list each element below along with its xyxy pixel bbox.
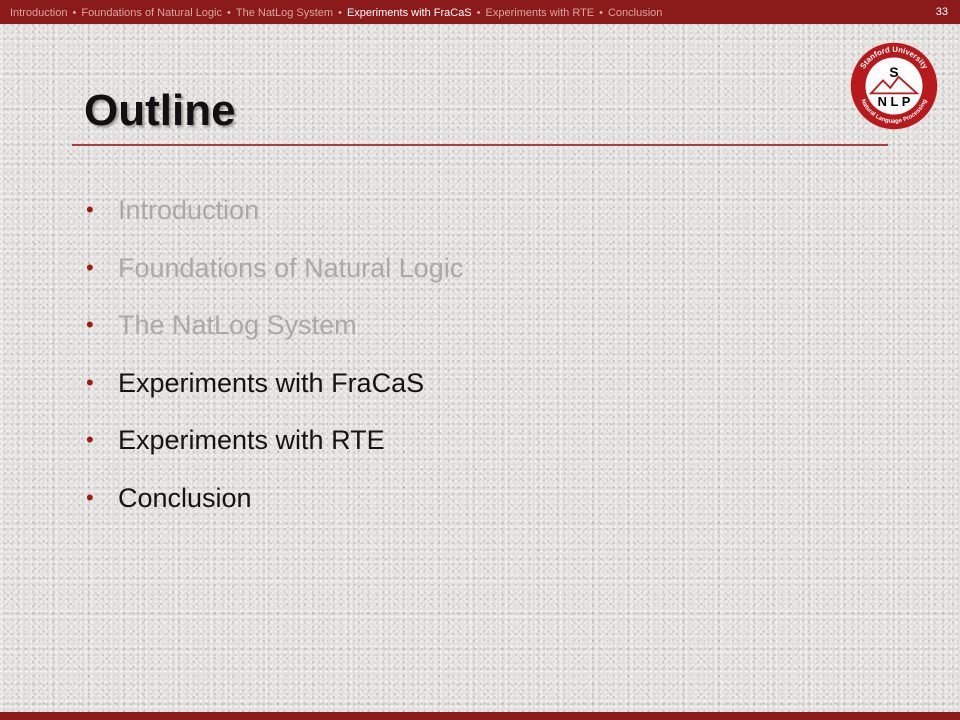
breadcrumb-item-introduction[interactable]: Introduction bbox=[10, 7, 67, 19]
breadcrumb-separator: • bbox=[338, 7, 342, 19]
outline-item-rte: • Experiments with RTE bbox=[80, 418, 463, 476]
breadcrumb-item-conclusion[interactable]: Conclusion bbox=[608, 7, 662, 19]
bullet-icon: • bbox=[86, 254, 94, 280]
title-divider bbox=[72, 144, 888, 146]
breadcrumb-separator: • bbox=[72, 7, 77, 19]
logo-monogram-top: S bbox=[889, 65, 898, 80]
outline-item-label: Introduction bbox=[118, 195, 260, 225]
slide-number: 33 bbox=[935, 6, 948, 18]
breadcrumb-item-natlog-system[interactable]: The NatLog System bbox=[236, 7, 333, 19]
outline-item-label: Experiments with FraCaS bbox=[118, 367, 425, 398]
slide: Introduction • Foundations of Natural Logi… bbox=[0, 0, 960, 720]
outline-item-label: Foundations of Natural Logic bbox=[118, 252, 464, 283]
breadcrumb-separator: • bbox=[227, 7, 231, 19]
stanford-nlp-logo: Stanford University Natural Language Pro… bbox=[850, 42, 938, 130]
outline-item-label: The NatLog System bbox=[118, 310, 357, 340]
top-navigation-bar: Introduction • Foundations of Natural Logi… bbox=[0, 0, 960, 24]
outline-item-foundations: • Foundations of Natural Logic bbox=[80, 246, 463, 304]
bottom-bar bbox=[0, 712, 960, 720]
outline-item-label: Conclusion bbox=[118, 482, 252, 513]
breadcrumb: Introduction • Foundations of Natural Logi… bbox=[10, 6, 750, 21]
slide-title: Outline bbox=[84, 86, 236, 135]
outline-list: • Introduction • Foundations of Natural … bbox=[80, 188, 463, 533]
outline-item-conclusion: • Conclusion bbox=[80, 476, 463, 534]
outline-item-fracas: • Experiments with FraCaS bbox=[80, 361, 463, 419]
bullet-icon: • bbox=[86, 427, 94, 452]
logo-monogram-bottom: N L P bbox=[878, 94, 911, 109]
breadcrumb-item-rte[interactable]: Experiments with RTE bbox=[486, 7, 595, 19]
bullet-icon: • bbox=[86, 312, 94, 337]
breadcrumb-item-foundations[interactable]: Foundations of Natural Logic bbox=[81, 7, 222, 19]
bullet-icon: • bbox=[86, 369, 94, 395]
outline-item-introduction: • Introduction bbox=[80, 188, 463, 246]
breadcrumb-separator: • bbox=[599, 7, 603, 19]
breadcrumb-separator: • bbox=[476, 7, 481, 19]
bullet-icon: • bbox=[86, 484, 94, 510]
bullet-icon: • bbox=[86, 197, 94, 222]
outline-item-label: Experiments with RTE bbox=[118, 425, 385, 455]
breadcrumb-item-fracas[interactable]: Experiments with FraCaS bbox=[347, 7, 472, 19]
outline-item-natlog-system: • The NatLog System bbox=[80, 303, 463, 361]
